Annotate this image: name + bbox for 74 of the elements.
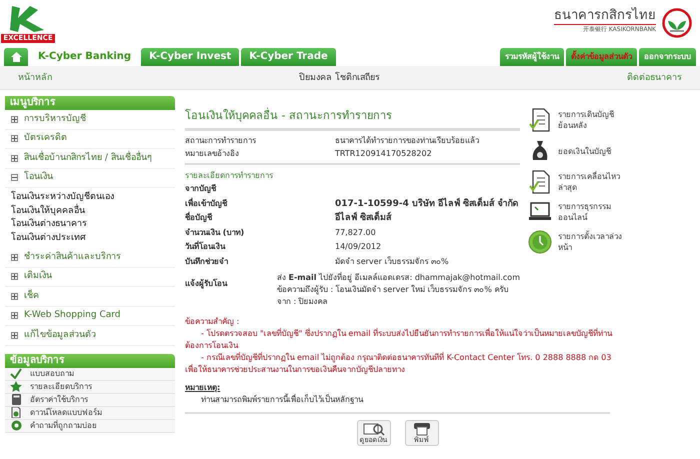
expand-icon[interactable] <box>11 332 18 339</box>
field-label: จากบัญชี <box>185 183 218 196</box>
header-button[interactable]: รวมรหัสผู้ใช้งาน <box>500 48 564 66</box>
menu-item[interactable]: โอนเงิน <box>24 171 53 184</box>
menu-item[interactable]: K-Web Shopping Card <box>24 309 121 322</box>
quick-link[interactable]: รายการเคลื่อนไหวล่าสุด <box>558 171 628 193</box>
quick-link[interactable]: รายการเดินบัญชีย้อนหลัง <box>558 109 628 131</box>
field-value: ธนาคารได้ทำรายการของท่านเรียบร้อยแล้ว <box>335 134 479 146</box>
important-note: - โปรดตรวจสอบ "เลขที่บัญชี" ซึ่งปรากฏใน email ที่ระบบส่งไปยืนยันการทำรายการเพื่อให้แน่ใจว่าเป็นหมายเลขบัญชีที่ท่านต้องการโอนเงิน <box>185 328 614 352</box>
checkmark-icon <box>10 368 22 379</box>
magnifier-icon <box>362 422 384 436</box>
user-name: ปิยมงคล โชติกเสถียร <box>299 72 380 84</box>
bank-name: ธนาคารกสิกรไทย <box>554 8 656 25</box>
section-title: รายละเอียดการทำรายการ <box>185 170 274 182</box>
panel-header: ข้อมูลบริการ <box>5 354 175 368</box>
submenu-link[interactable]: โอนเงินต่างธนาคาร <box>11 218 169 232</box>
contact-link[interactable]: ติดต่อธนาคาร <box>627 72 682 84</box>
notify-text: ส่ง E-mail ไปยังที่อยู่ อีเมลล์แอดเดรส: dhammajak@hotmail.com <box>276 272 520 284</box>
submenu-link[interactable]: โอนเงินระหว่างบัญชีตนเอง <box>11 191 169 204</box>
field-value: มัดจำ server เว็บธรรมจักร ๓๐% <box>335 256 449 268</box>
field-label: วันที่โอนเงิน <box>185 241 226 254</box>
expand-icon[interactable] <box>11 254 18 261</box>
panel-header: เมนูบริการ <box>5 96 175 110</box>
field-label: สถานะการทำรายการ <box>185 134 257 146</box>
nav-tab[interactable]: K-Cyber Trade <box>241 48 336 66</box>
notify-text: ข้อความถึงผู้รับ : โอนเงินมัดจำ server ใหม่ เว็บธรรมจักร ๓๐% ครับ <box>276 284 510 296</box>
laptop-icon <box>528 201 552 223</box>
important-title: ข้อความสำคัญ : <box>185 316 240 328</box>
header-button[interactable]: ออกจากระบบ <box>639 48 696 66</box>
menu-item[interactable]: บัตรเครดิต <box>24 132 67 146</box>
printer-icon <box>412 422 432 436</box>
field-value: อีไลฟ์ ซิสเต็มส์ <box>335 212 392 224</box>
menu-item[interactable]: ชำระค่าสินค้าและบริการ <box>24 250 121 264</box>
submenu-link[interactable]: โอนเงินต่างประเทศ <box>11 232 169 245</box>
document-check-icon <box>529 108 551 132</box>
expand-icon[interactable] <box>11 116 18 123</box>
field-value: 14/09/2012 <box>335 241 382 254</box>
nav-tab[interactable]: K-Cyber Invest <box>141 48 240 66</box>
menu-item[interactable]: เติมเงิน <box>24 270 52 284</box>
home-icon <box>10 52 22 62</box>
field-label: ชื่อบัญชี <box>185 212 214 224</box>
field-value: 017-1-10599-4 บริษัท อีไลฟ์ ซิสเต็มส์ จำกัด <box>335 198 518 210</box>
bank-logo-icon <box>662 8 692 38</box>
field-label: เพื่อเข้าบัญชี <box>185 198 228 210</box>
star-icon <box>10 381 22 392</box>
home-tab[interactable] <box>4 48 28 66</box>
expand-icon[interactable] <box>11 135 18 142</box>
clock-icon <box>528 230 552 254</box>
document-check-icon <box>529 170 551 194</box>
page-title: โอนเงินให้บุคคลอื่น - สถานะการทำรายการ <box>185 108 520 131</box>
expand-icon[interactable] <box>11 312 18 320</box>
collapse-icon[interactable] <box>11 174 18 182</box>
field-label: บันทึกช่วยจำ <box>185 256 229 268</box>
quick-link[interactable]: รายการตั้งเวลาล่วงหน้า <box>558 231 628 253</box>
quick-link[interactable]: รายการธุรกรรมออนไลน์ <box>558 201 628 223</box>
remark-title: หมายเหตุ: <box>185 382 222 394</box>
expand-icon[interactable] <box>11 292 18 300</box>
submenu-link[interactable]: โอนเงินให้บุคคลอื่น <box>11 204 169 218</box>
expand-icon[interactable] <box>11 273 18 280</box>
field-value: TRTR120914170528202 <box>335 148 432 160</box>
expand-icon[interactable] <box>11 154 18 162</box>
menu-item[interactable]: เช็ค <box>24 290 39 303</box>
field-label: แจ้งผู้รับโอน <box>185 278 228 290</box>
notify-text: จาก : ปิยมงคล <box>276 296 329 308</box>
field-value: 77,827.00 <box>335 226 376 239</box>
important-note: - กรณีเลขที่บัญชีที่ปรากฏใน email ไม่ถูกต้อง กรุณาติดต่อธนาคารทันทีที่ K-Contact Center โทร. 0 2888 8888 กด 03 เพื่อให้ธนาคารช่วยประสานงานในการขอเงินคืนจากบัญชีปลายทาง <box>185 352 612 376</box>
field-label: จำนวนเงิน (บาท) <box>185 226 246 239</box>
menu-item[interactable]: การบริหารบัญชี <box>24 112 86 126</box>
menu-item[interactable]: แก้ไขข้อมูลส่วนตัว <box>24 328 96 342</box>
menu-item[interactable]: สินเชื่อบ้านกสิกรไทย / สินเชื่ออื่นๆ <box>24 152 152 165</box>
field-label: หมายเลขอ้างอิง <box>185 148 240 160</box>
quick-link[interactable]: ยอดเงินในบัญชี <box>558 146 628 156</box>
remark-text: ท่านสามารถพิมพ์รายการนี้เพื่อเก็บไว้เป็นหลักฐาน <box>201 394 364 406</box>
home-link[interactable]: หน้าหลัก <box>18 72 52 84</box>
